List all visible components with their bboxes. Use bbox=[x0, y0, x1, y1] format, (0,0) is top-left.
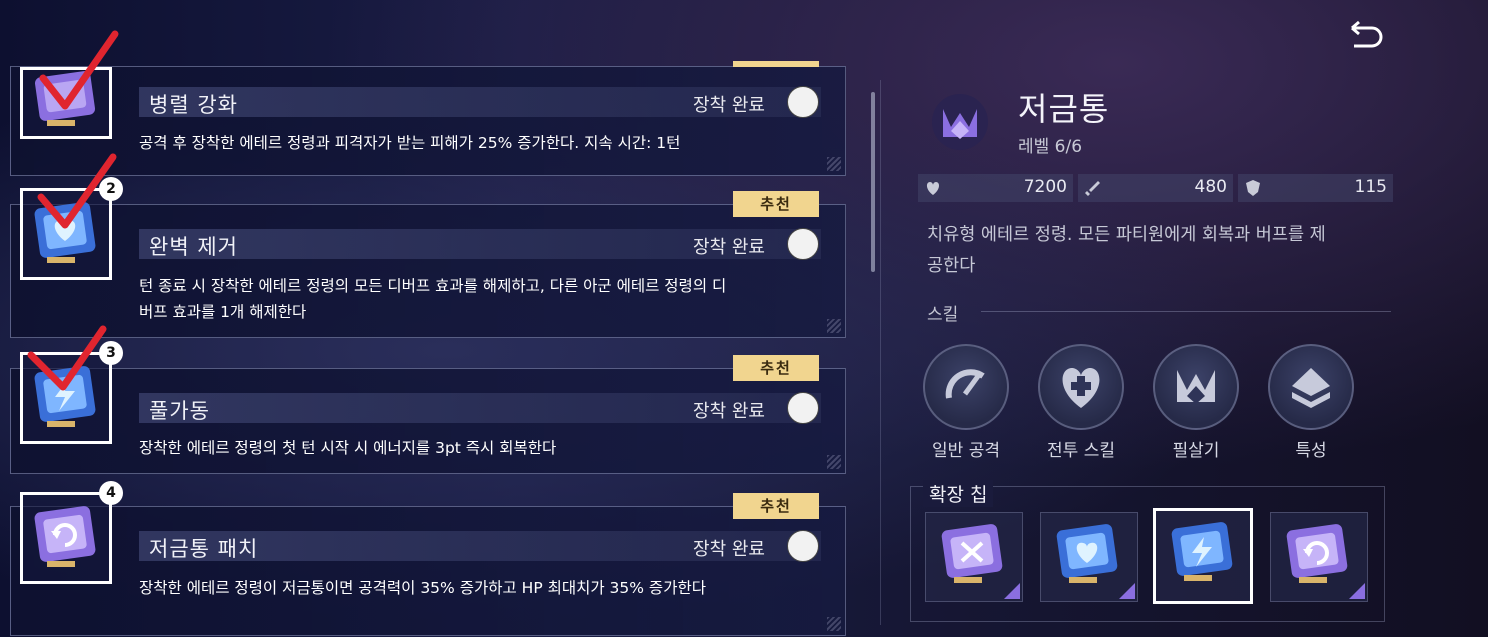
chip-slot[interactable]: 3 bbox=[20, 325, 123, 444]
basic-attack-icon bbox=[945, 369, 985, 399]
scrollbar[interactable] bbox=[871, 92, 875, 272]
chip-card[interactable]: 병렬 강화 장착 완료 공격 후 장착한 에테르 정령과 피격자가 받는 피해가… bbox=[10, 61, 846, 176]
chip-card[interactable]: 추천 풀가동 장착 완료 장착한 에테르 정령의 첫 턴 시작 시 에너지를 3… bbox=[10, 355, 846, 474]
mascot-icon bbox=[787, 86, 819, 118]
recommended-badge: 추천 bbox=[733, 355, 819, 381]
mascot-icon bbox=[787, 530, 819, 562]
chip-name: 병렬 강화 bbox=[149, 93, 238, 117]
chip-description: 턴 종료 시 장착한 에테르 정령의 모든 디버프 효과를 해제하고, 다른 아… bbox=[139, 273, 821, 325]
equip-status: 장착 완료 bbox=[693, 95, 765, 116]
skill-label: 특성 bbox=[1295, 441, 1327, 461]
skills-heading: 스킬 bbox=[927, 305, 959, 325]
skill-label: 필살기 bbox=[1172, 441, 1220, 461]
description-line: 공격 후 장착한 에테르 정령과 피격자가 받는 피해가 25% 증가한다. 지… bbox=[139, 134, 681, 152]
chip-name: 완벽 제거 bbox=[149, 235, 238, 259]
stat-value: 115 bbox=[1354, 177, 1387, 197]
check-mark-icon bbox=[39, 30, 119, 110]
chip-list[interactable]: 병렬 강화 장착 완료 공격 후 장착한 에테르 정령과 피격자가 받는 피해가… bbox=[0, 30, 850, 637]
chip-name-bar: 저금통 패치 장착 완료 bbox=[139, 530, 821, 562]
chip-name-bar: 완벽 제거 장착 완료 bbox=[139, 228, 821, 260]
back-button[interactable] bbox=[1348, 20, 1388, 54]
undo-arrow-icon bbox=[1351, 20, 1383, 48]
chip-slot[interactable]: 2 bbox=[20, 153, 123, 280]
spirit-info-panel: 저금통 레벨 6/6 7200 480 115 치유형 에테르 정령. 모든 파… bbox=[905, 72, 1405, 632]
skill-battle-skill[interactable]: 전투 스킬 bbox=[1035, 344, 1127, 461]
chip-name-bar: 병렬 강화 장착 완료 bbox=[139, 86, 821, 118]
check-mark-icon bbox=[27, 325, 107, 391]
chip-corner-marker bbox=[1349, 583, 1365, 599]
stat-attack: 480 bbox=[1078, 174, 1233, 202]
corner-decoration bbox=[827, 617, 841, 631]
skill-ultimate[interactable]: 필살기 bbox=[1150, 344, 1242, 461]
extension-chip-slot[interactable] bbox=[1270, 512, 1368, 602]
description-line: 장착한 에테르 정령이 저금통이면 공격력이 35% 증가하고 HP 최대치가 … bbox=[139, 579, 706, 597]
skill-basic-attack[interactable]: 일반 공격 bbox=[920, 344, 1012, 461]
chip-slot[interactable]: 4 bbox=[20, 481, 123, 584]
mascot-icon bbox=[787, 392, 819, 424]
chip-corner-marker bbox=[1119, 583, 1135, 599]
lightning-chip-icon bbox=[1171, 522, 1233, 581]
check-mark-icon bbox=[37, 153, 117, 229]
recommended-badge: 추천 bbox=[733, 191, 819, 217]
skill-label: 일반 공격 bbox=[932, 441, 1000, 461]
mascot-icon bbox=[787, 228, 819, 260]
shield-icon bbox=[1246, 180, 1260, 196]
crown-emblem-icon bbox=[932, 94, 988, 150]
spirit-emblem bbox=[925, 87, 995, 157]
corner-decoration bbox=[827, 157, 841, 171]
trait-icon bbox=[1292, 368, 1330, 408]
description-line: 장착한 에테르 정령의 첫 턴 시작 시 에너지를 3pt 즉시 회복한다 bbox=[139, 439, 557, 457]
description-line: 치유형 에테르 정령. 모든 파티원에게 회복과 버프를 제 bbox=[927, 225, 1326, 245]
description-line: 버프 효과를 1개 해제한다 bbox=[139, 303, 307, 321]
equip-status: 장착 완료 bbox=[693, 237, 765, 258]
chip-name-bar: 풀가동 장착 완료 bbox=[139, 392, 821, 424]
stat-bar: 7200 480 115 bbox=[918, 174, 1393, 202]
stat-value: 7200 bbox=[1023, 177, 1067, 197]
heart-icon bbox=[926, 182, 940, 195]
chip-card[interactable]: 추천 저금통 패치 장착 완료 장착한 에테르 정령이 저금통이면 공격력이 3… bbox=[10, 493, 846, 636]
corner-decoration bbox=[827, 455, 841, 469]
description-line: 턴 종료 시 장착한 에테르 정령의 모든 디버프 효과를 해제하고, 다른 아… bbox=[139, 277, 727, 295]
spirit-level: 레벨 6/6 bbox=[1018, 137, 1083, 157]
panel-divider bbox=[880, 80, 881, 625]
chip-corner-marker bbox=[1004, 583, 1020, 599]
equip-status: 장착 완료 bbox=[693, 539, 765, 560]
recommended-badge: 추천 bbox=[733, 493, 819, 519]
skill-label: 전투 스킬 bbox=[1047, 441, 1115, 461]
recommended-badge-edge bbox=[733, 61, 819, 67]
extension-chip-heading: 확장 칩 bbox=[923, 480, 994, 507]
extension-chip-slot-selected[interactable] bbox=[1153, 508, 1253, 604]
description-line: 공한다 bbox=[927, 256, 976, 276]
heal-skill-icon bbox=[1062, 368, 1100, 408]
chip-card[interactable]: 추천 완벽 제거 장착 완료 턴 종료 시 장착한 에테르 정령의 모든 디버프… bbox=[10, 191, 846, 338]
extension-chip-slot[interactable] bbox=[925, 512, 1023, 602]
chip-name: 풀가동 bbox=[149, 399, 210, 423]
equip-status: 장착 완료 bbox=[693, 401, 765, 422]
stat-value: 480 bbox=[1194, 177, 1227, 197]
chip-description: 장착한 에테르 정령이 저금통이면 공격력이 35% 증가하고 HP 최대치가 … bbox=[139, 575, 821, 601]
extension-chip-slot[interactable] bbox=[1040, 512, 1138, 602]
chip-equip-screen: 병렬 강화 장착 완료 공격 후 장착한 에테르 정령과 피격자가 받는 피해가… bbox=[0, 0, 1488, 637]
chip-slot[interactable] bbox=[20, 30, 119, 139]
stat-hp: 7200 bbox=[918, 174, 1073, 202]
refresh-chip-icon bbox=[34, 506, 96, 567]
chip-description: 장착한 에테르 정령의 첫 턴 시작 시 에너지를 3pt 즉시 회복한다 bbox=[139, 435, 821, 461]
chip-number: 4 bbox=[99, 481, 123, 505]
skill-trait[interactable]: 특성 bbox=[1265, 344, 1357, 461]
chip-description: 공격 후 장착한 에테르 정령과 피격자가 받는 피해가 25% 증가한다. 지… bbox=[139, 130, 821, 156]
stat-defense: 115 bbox=[1238, 174, 1393, 202]
spirit-description: 치유형 에테르 정령. 모든 파티원에게 회복과 버프를 제 공한다 bbox=[927, 220, 1397, 282]
corner-decoration bbox=[827, 319, 841, 333]
skills-divider bbox=[981, 311, 1391, 312]
spirit-name: 저금통 bbox=[1018, 90, 1110, 128]
sword-icon bbox=[1085, 181, 1100, 196]
ultimate-icon bbox=[1177, 370, 1215, 404]
chip-name: 저금통 패치 bbox=[149, 537, 259, 561]
